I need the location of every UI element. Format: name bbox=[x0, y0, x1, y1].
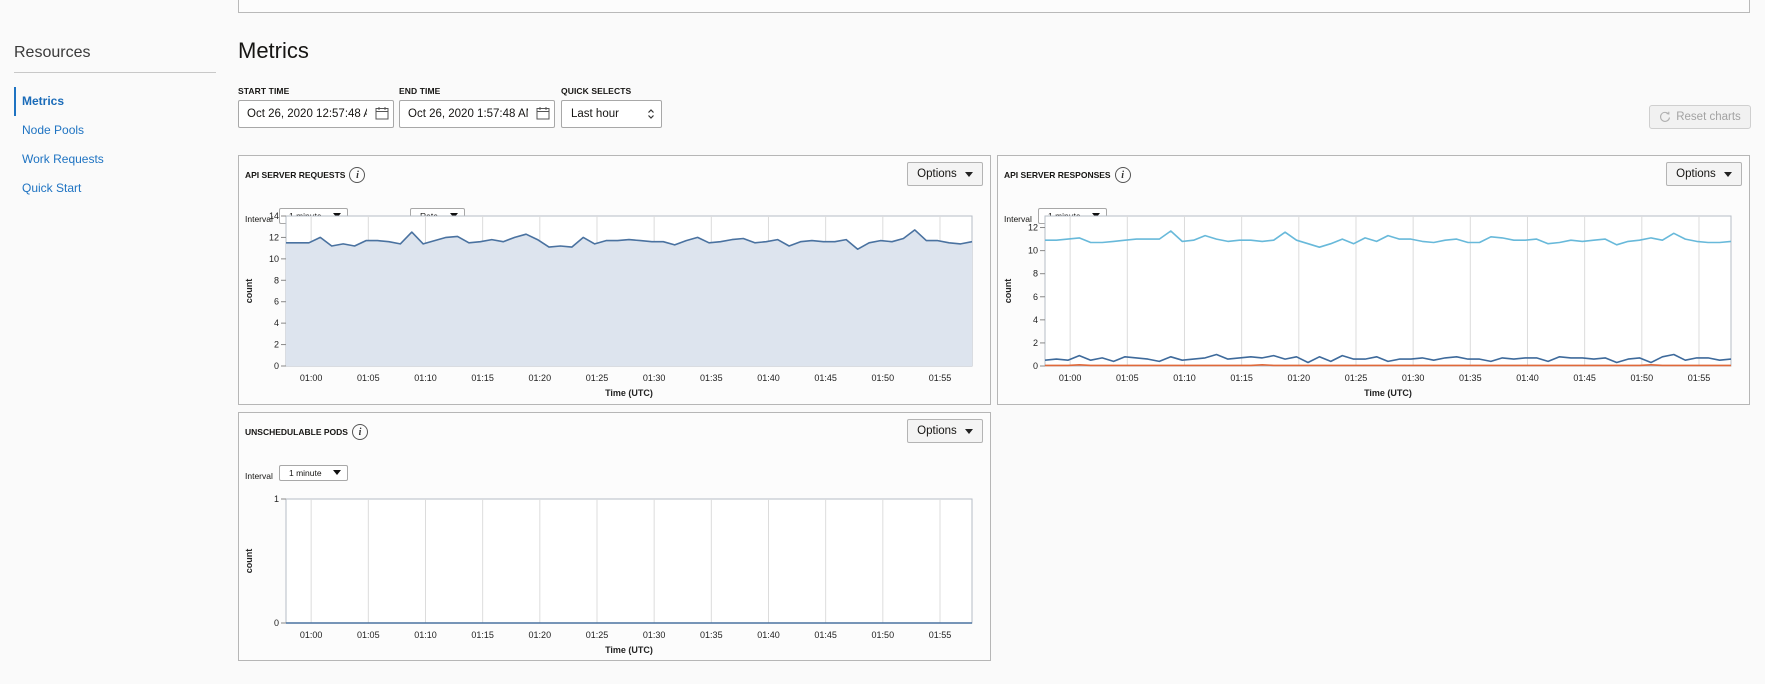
x-tick-label: 01:15 bbox=[1230, 373, 1253, 383]
x-tick-label: 01:10 bbox=[414, 630, 437, 640]
sidebar-item-metrics[interactable]: Metrics bbox=[14, 87, 216, 116]
x-tick-label: 01:10 bbox=[1173, 373, 1196, 383]
x-tick-label: 01:20 bbox=[1288, 373, 1311, 383]
x-tick-label: 01:15 bbox=[471, 373, 494, 383]
reset-charts-label: Reset charts bbox=[1676, 111, 1741, 123]
y-tick-label: 8 bbox=[274, 275, 279, 285]
quick-selects-select[interactable]: Last hour bbox=[561, 100, 662, 128]
y-tick-label: 14 bbox=[269, 211, 279, 221]
x-tick-label: 01:35 bbox=[700, 373, 723, 383]
sidebar-item-node-pools[interactable]: Node Pools bbox=[14, 116, 216, 145]
x-tick-label: 01:20 bbox=[529, 630, 552, 640]
y-tick-label: 0 bbox=[1033, 361, 1038, 371]
y-tick-label: 10 bbox=[269, 254, 279, 264]
x-tick-label: 01:50 bbox=[872, 630, 895, 640]
sidebar-item-quick-start[interactable]: Quick Start bbox=[14, 174, 216, 203]
calendar-icon[interactable] bbox=[375, 107, 389, 120]
x-tick-label: 01:05 bbox=[357, 630, 380, 640]
x-tick-label: 01:30 bbox=[643, 373, 666, 383]
x-tick-label: 01:15 bbox=[471, 630, 494, 640]
x-tick-label: 01:30 bbox=[643, 630, 666, 640]
x-tick-label: 01:10 bbox=[414, 373, 437, 383]
y-tick-label: 1 bbox=[274, 494, 279, 504]
y-axis-label: count bbox=[244, 279, 254, 304]
x-tick-label: 01:00 bbox=[300, 373, 323, 383]
x-tick-label: 01:05 bbox=[1116, 373, 1139, 383]
x-axis-label: Time (UTC) bbox=[1364, 388, 1412, 398]
responses-chart: 01:00 01:05 01:10 01:15 01:20 01:25 01:30 01:35… bbox=[1003, 215, 1732, 398]
x-tick-label: 01:00 bbox=[1059, 373, 1082, 383]
y-tick-label: 6 bbox=[274, 297, 279, 307]
y-tick-label: 6 bbox=[1033, 292, 1038, 302]
y-tick-label: 12 bbox=[269, 232, 279, 242]
sidebar-title: Resources bbox=[14, 44, 216, 73]
end-time-value: Oct 26, 2020 1:57:48 AM bbox=[408, 108, 528, 120]
y-tick-label: 12 bbox=[1028, 223, 1038, 233]
x-tick-label: 01:00 bbox=[300, 630, 323, 640]
end-time-label: END TIME bbox=[399, 86, 441, 96]
api-server-responses-panel: API SERVER RESPONSES i Options Interval … bbox=[997, 155, 1750, 405]
plot-area bbox=[285, 498, 973, 624]
unschedulable-chart: 01:00 01:05 01:10 01:15 01:20 01:25 01:30 01:35… bbox=[244, 494, 973, 655]
x-tick-label: 01:50 bbox=[1631, 373, 1654, 383]
x-tick-label: 01:40 bbox=[757, 373, 780, 383]
series-line-series-3 bbox=[1045, 364, 1731, 367]
y-tick-label: 8 bbox=[1033, 269, 1038, 279]
requests-chart: 01:00 01:05 01:10 01:15 01:20 01:25 01:30 01:35… bbox=[244, 211, 973, 398]
x-tick-label: 01:25 bbox=[586, 630, 609, 640]
top-panel-edge bbox=[238, 0, 1750, 13]
unschedulable-pods-panel: UNSCHEDULABLE PODS i Options Interval 1 … bbox=[238, 412, 991, 661]
y-tick-label: 2 bbox=[274, 340, 279, 350]
x-axis-label: Time (UTC) bbox=[605, 645, 653, 655]
x-tick-label: 01:55 bbox=[929, 373, 952, 383]
reset-charts-button[interactable]: Reset charts bbox=[1649, 105, 1751, 129]
x-tick-label: 01:45 bbox=[814, 373, 837, 383]
x-tick-label: 01:40 bbox=[757, 630, 780, 640]
calendar-icon[interactable] bbox=[536, 107, 550, 120]
x-tick-label: 01:35 bbox=[700, 630, 723, 640]
x-tick-label: 01:05 bbox=[357, 373, 380, 383]
x-tick-label: 01:20 bbox=[529, 373, 552, 383]
y-axis-label: count bbox=[244, 549, 254, 574]
sidebar-nav: Metrics Node Pools Work Requests Quick S… bbox=[14, 87, 216, 203]
area-fill-requests bbox=[286, 229, 972, 366]
start-time-label: START TIME bbox=[238, 86, 290, 96]
x-tick-label: 01:45 bbox=[814, 630, 837, 640]
x-tick-label: 01:40 bbox=[1516, 373, 1539, 383]
x-axis-label: Time (UTC) bbox=[605, 388, 653, 398]
end-time-input[interactable]: Oct 26, 2020 1:57:48 AM bbox=[399, 100, 555, 128]
y-tick-label: 10 bbox=[1028, 246, 1038, 256]
x-tick-label: 01:55 bbox=[1688, 373, 1711, 383]
refresh-icon bbox=[1660, 111, 1671, 122]
y-axis-label: count bbox=[1003, 279, 1013, 304]
updown-chevron-icon bbox=[648, 109, 654, 119]
sidebar-item-work-requests[interactable]: Work Requests bbox=[14, 145, 216, 174]
y-tick-label: 0 bbox=[274, 361, 279, 371]
api-server-requests-panel: API SERVER REQUESTS i Options Interval 1… bbox=[238, 155, 991, 405]
x-tick-label: 01:35 bbox=[1459, 373, 1482, 383]
start-time-value: Oct 26, 2020 12:57:48 AM bbox=[247, 108, 367, 120]
x-tick-label: 01:55 bbox=[929, 630, 952, 640]
y-tick-label: 0 bbox=[274, 618, 279, 628]
resources-sidebar: Resources Metrics Node Pools Work Reques… bbox=[14, 44, 216, 203]
x-tick-label: 01:30 bbox=[1402, 373, 1425, 383]
x-tick-label: 01:45 bbox=[1573, 373, 1596, 383]
quick-selects-value: Last hour bbox=[571, 108, 619, 120]
x-tick-label: 01:25 bbox=[586, 373, 609, 383]
start-time-input[interactable]: Oct 26, 2020 12:57:48 AM bbox=[238, 100, 394, 128]
y-tick-label: 2 bbox=[1033, 338, 1038, 348]
y-tick-label: 4 bbox=[274, 318, 279, 328]
page-title: Metrics bbox=[238, 38, 309, 63]
quick-selects-label: QUICK SELECTS bbox=[561, 86, 632, 96]
y-tick-label: 4 bbox=[1033, 315, 1038, 325]
x-tick-label: 01:25 bbox=[1345, 373, 1368, 383]
x-tick-label: 01:50 bbox=[872, 373, 895, 383]
